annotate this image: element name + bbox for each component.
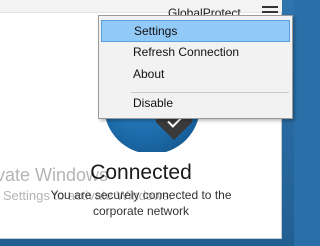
menu-item-settings[interactable]: Settings	[101, 20, 290, 42]
connection-status-subtitle: You are securely connected to the corpor…	[0, 187, 282, 219]
context-menu: Settings Refresh Connection About Disabl…	[98, 15, 293, 119]
menu-item-disable[interactable]: Disable	[101, 92, 290, 114]
menu-item-about[interactable]: About	[101, 63, 290, 85]
menu-item-refresh-connection[interactable]: Refresh Connection	[101, 41, 290, 63]
connection-status-title: Connected	[90, 161, 192, 184]
status-subtitle-line-1: You are securely connected to the	[50, 188, 232, 202]
status-subtitle-line-2: corporate network	[92, 204, 190, 218]
